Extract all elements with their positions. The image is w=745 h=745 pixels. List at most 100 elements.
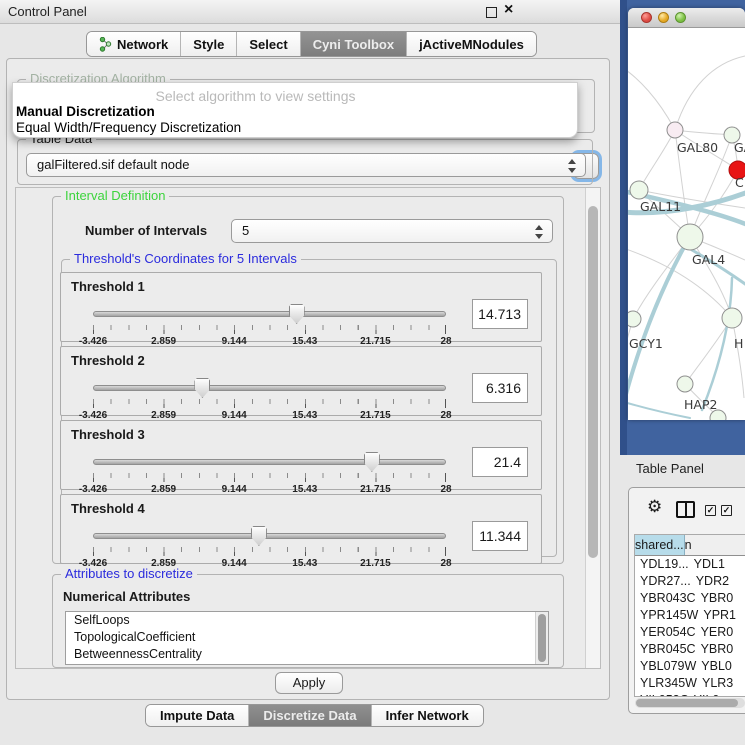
slider-handle[interactable]	[251, 526, 267, 546]
slider-handle[interactable]	[289, 304, 305, 324]
node-label-hap2: HAP2	[684, 397, 717, 412]
threshold-3-panel: Threshold 3 -3.426 2.859 9.144 15.43 21.…	[60, 420, 542, 490]
checkbox-icon[interactable]: ✓	[721, 505, 732, 516]
algorithm-dropdown-popup: Select algorithm to view settings Manual…	[12, 82, 578, 138]
node-gal11[interactable]	[630, 181, 648, 199]
split-columns-icon[interactable]	[676, 501, 695, 518]
tab-style-label: Style	[193, 37, 224, 52]
tab-cyni-toolbox[interactable]: Cyni Toolbox	[300, 32, 406, 56]
threshold-1-slider[interactable]: -3.426 2.859 9.144 15.43 21.715 28	[93, 303, 446, 341]
node-gcy1[interactable]	[628, 311, 641, 327]
slider-track[interactable]	[93, 533, 446, 539]
network-window-titlebar[interactable]	[628, 8, 745, 28]
apply-button[interactable]: Apply	[275, 672, 343, 694]
tab-infer-network[interactable]: Infer Network	[371, 705, 483, 726]
table-row[interactable]: YDR27...YDR2	[635, 573, 745, 590]
app-root: { "icons": { "close": "×", "check": "✓",…	[0, 0, 745, 745]
table-panel-title: Table Panel	[636, 461, 704, 476]
table-row[interactable]: YER054CYER0	[635, 624, 745, 641]
num-intervals-value: 5	[242, 223, 249, 238]
slider-handle[interactable]	[364, 452, 380, 472]
option-manual-discretization[interactable]: Manual Discretization	[16, 104, 155, 119]
table-row[interactable]: YBL079WYBL0	[635, 658, 745, 675]
interval-definition-label: Interval Definition	[61, 188, 169, 203]
toolbox-tabs: Network Style Select Cyni Toolbox jActiv…	[86, 31, 537, 57]
attributes-group-label: Attributes to discretize	[61, 566, 197, 581]
tab-network[interactable]: Network	[87, 32, 180, 56]
threshold-2-panel: Threshold 2 -3.426 2.859 9.144 15.43 21.…	[60, 346, 542, 416]
num-intervals-combobox[interactable]: 5	[231, 219, 553, 243]
table-row[interactable]: YBR043CYBR0	[635, 590, 745, 607]
gear-icon[interactable]: ⚙	[647, 497, 662, 517]
tab-impute-data[interactable]: Impute Data	[146, 705, 248, 726]
checkbox-icon[interactable]: ✓	[705, 505, 716, 516]
threshold-2-slider[interactable]: -3.426 2.859 9.144 15.43 21.715 28	[93, 377, 446, 415]
network-icon	[99, 37, 112, 52]
minimize-window-icon[interactable]	[658, 12, 669, 23]
node-pink[interactable]	[667, 122, 683, 138]
cell: YBL079W	[635, 658, 696, 675]
table-toolbar: ⚙ ✓ ✓	[629, 488, 745, 532]
node-gal4[interactable]	[677, 224, 703, 250]
option-equal-width-frequency[interactable]: Equal Width/Frequency Discretization	[16, 120, 241, 135]
slider-handle[interactable]	[194, 378, 210, 398]
threshold-2-value-field[interactable]: 6.316	[472, 373, 528, 403]
float-panel-icon[interactable]	[486, 7, 497, 18]
tab-network-label: Network	[117, 37, 168, 52]
table-row[interactable]: YLR345WYLR3	[635, 675, 745, 692]
network-graph: GAL80 GA C GAL11 GAL4 GCY1 H HAP2	[628, 28, 745, 420]
table-panel: ⚙ ✓ ✓ shared... n YDL19...YDL1 YDR27...Y…	[628, 487, 745, 714]
node-attribute-table[interactable]: shared... n YDL19...YDL1 YDR27...YDR2 YB…	[634, 534, 745, 697]
slider-track[interactable]	[93, 459, 446, 465]
threshold-3-slider[interactable]: -3.426 2.859 9.144 15.43 21.715 28	[93, 451, 446, 489]
cell: YBL0	[696, 658, 745, 675]
threshold-3-label: Threshold 3	[71, 427, 145, 442]
close-panel-icon[interactable]: ×	[504, 1, 513, 19]
cell: YBR0	[696, 641, 745, 658]
network-canvas[interactable]: GAL80 GA C GAL11 GAL4 GCY1 H HAP2	[628, 28, 745, 420]
threshold-1-value-field[interactable]: 14.713	[472, 299, 528, 329]
list-item[interactable]: SelfLoops	[66, 612, 548, 629]
cell: YBR043C	[635, 590, 696, 607]
attributes-list-scrollbar[interactable]	[535, 612, 548, 664]
cell: YIL0	[689, 692, 745, 697]
slider-track[interactable]	[93, 385, 446, 391]
node-hap2[interactable]	[677, 376, 693, 392]
threshold-4-slider[interactable]: -3.426 2.859 9.144 15.43 21.715 28	[93, 525, 446, 563]
tab-select[interactable]: Select	[236, 32, 299, 56]
close-window-icon[interactable]	[641, 12, 652, 23]
table-row[interactable]: YBR045CYBR0	[635, 641, 745, 658]
node-right[interactable]	[722, 308, 742, 328]
cell: YIL052C	[635, 692, 689, 697]
cell: YLR345W	[635, 675, 697, 692]
column-header-shared[interactable]: shared...	[635, 535, 685, 555]
table-row[interactable]: YIL052CYIL0	[635, 692, 745, 697]
list-item[interactable]: TopologicalCoefficient	[66, 629, 548, 646]
table-row[interactable]: YPR145WYPR1	[635, 607, 745, 624]
threshold-4-panel: Threshold 4 -3.426 2.859 9.144 15.43 21.…	[60, 494, 542, 564]
tick-label: 9.144	[222, 558, 247, 569]
tick-label: 21.715	[360, 558, 391, 569]
attributes-group: Attributes to discretize Numerical Attri…	[52, 574, 564, 668]
list-item[interactable]: BetweennessCentrality	[66, 646, 548, 663]
table-horizontal-scrollbar[interactable]	[635, 698, 745, 708]
threshold-1-panel: Threshold 1 -3.426 2.859 9.144 15.43 21.…	[60, 272, 542, 342]
algorithm-placeholder: Select algorithm to view settings	[13, 88, 498, 104]
table-data-combobox[interactable]: galFiltered.sif default node	[26, 153, 586, 177]
slider-track[interactable]	[93, 311, 446, 317]
zoom-window-icon[interactable]	[675, 12, 686, 23]
tab-discretize-data[interactable]: Discretize Data	[248, 705, 370, 726]
threshold-4-value-field[interactable]: 11.344	[472, 521, 528, 551]
threshold-3-value-field[interactable]: 21.4	[472, 447, 528, 477]
tab-style[interactable]: Style	[180, 32, 236, 56]
thresholds-group-label: Threshold's Coordinates for 5 Intervals	[70, 251, 301, 266]
attributes-list[interactable]: SelfLoops TopologicalCoefficient Between…	[65, 611, 549, 665]
tab-jactivemnodules[interactable]: jActiveMNodules	[406, 32, 536, 56]
threshold-2-label: Threshold 2	[71, 353, 145, 368]
combo-stepper-icon	[568, 158, 577, 174]
network-view-window[interactable]: GAL80 GA C GAL11 GAL4 GCY1 H HAP2	[628, 8, 745, 420]
settings-vertical-scrollbar[interactable]	[585, 188, 600, 668]
table-row[interactable]: YDL19...YDL1	[635, 556, 745, 573]
column-header-name[interactable]: n	[685, 535, 745, 555]
threshold-1-label: Threshold 1	[71, 279, 145, 294]
